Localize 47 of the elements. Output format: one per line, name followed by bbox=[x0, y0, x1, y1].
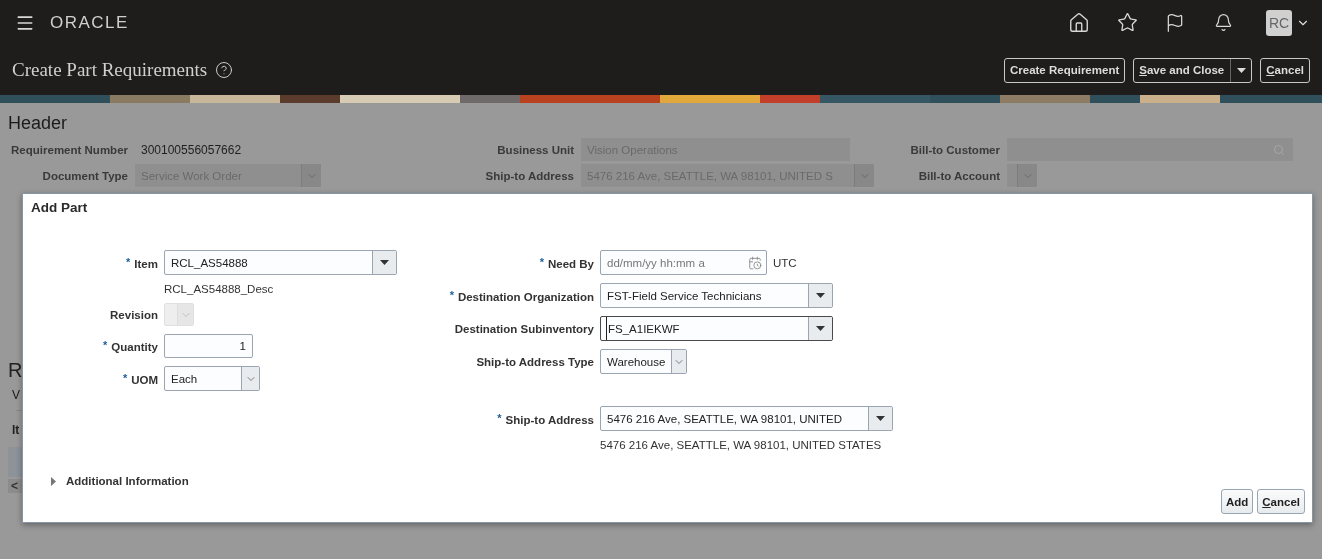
field-label: Bill-to Customer bbox=[909, 143, 1001, 156]
field-label: Document Type bbox=[41, 169, 129, 182]
requirement-number: 300100556057662 bbox=[140, 142, 242, 157]
quantity-field[interactable]: 1 bbox=[164, 334, 253, 358]
caret-icon bbox=[816, 324, 825, 333]
date-field[interactable]: dd/mm/yy hh:mm a bbox=[600, 250, 767, 275]
dialog-button[interactable]: Add bbox=[1220, 489, 1254, 514]
caret-icon bbox=[876, 414, 885, 423]
help-icon[interactable] bbox=[215, 61, 234, 79]
dropdown-field[interactable]: RCL_AS54888 bbox=[164, 250, 397, 275]
timezone-label: UTC bbox=[773, 256, 797, 269]
caret-icon bbox=[1237, 65, 1247, 75]
select-field[interactable] bbox=[1007, 164, 1037, 187]
select-field[interactable]: Each bbox=[164, 366, 260, 391]
dialog-title: Add Part bbox=[30, 199, 89, 217]
field-label: Revision bbox=[109, 308, 158, 321]
field-label: Ship-to Address Type bbox=[475, 355, 594, 368]
field-description: 5476 216 Ave, SEATTLE, WA 98101, UNITED STATES bbox=[600, 439, 883, 451]
field-description: RCL_AS54888_Desc bbox=[164, 283, 275, 295]
expand-icon bbox=[49, 476, 58, 486]
field-label: Ship-to Address bbox=[484, 169, 575, 182]
calendar-icon bbox=[748, 255, 762, 270]
section-toggle[interactable]: Additional Information bbox=[49, 475, 189, 487]
toolbar-button[interactable]: Cancel bbox=[1260, 57, 1310, 83]
dialog-button[interactable]: Cancel bbox=[1257, 489, 1305, 514]
section-title: Header bbox=[8, 113, 69, 134]
toolbar-button[interactable]: Create Requirement bbox=[1003, 57, 1126, 83]
page-title: Create Part Requirements bbox=[12, 59, 208, 81]
save-button[interactable]: Save and Close bbox=[1133, 57, 1253, 83]
field-label: Requirement Number bbox=[10, 143, 129, 156]
field-label: Bill-to Account bbox=[917, 169, 1001, 182]
dropdown-field[interactable]: FST-Field Service Technicians bbox=[600, 283, 833, 308]
dropdown-field[interactable]: FS_A1IEKWF bbox=[600, 316, 833, 341]
logo: ORACLE bbox=[50, 12, 129, 33]
column-header: It bbox=[12, 423, 21, 437]
search-icon bbox=[1273, 143, 1285, 156]
field-label: Destination Subinventory bbox=[453, 322, 594, 335]
caret-icon bbox=[816, 291, 825, 300]
field-label: Business Unit bbox=[496, 143, 575, 156]
select-field[interactable]: Warehouse bbox=[600, 349, 687, 374]
search-field[interactable] bbox=[1007, 138, 1293, 161]
tab[interactable]: V bbox=[12, 388, 22, 402]
user-avatar[interactable]: RC bbox=[1266, 9, 1292, 36]
scroll-left-button[interactable]: < bbox=[8, 479, 22, 493]
section-title: R bbox=[8, 359, 22, 382]
caret-icon bbox=[380, 258, 389, 267]
dropdown-field[interactable]: 5476 216 Ave, SEATTLE, WA 98101, UNITED bbox=[600, 406, 893, 431]
